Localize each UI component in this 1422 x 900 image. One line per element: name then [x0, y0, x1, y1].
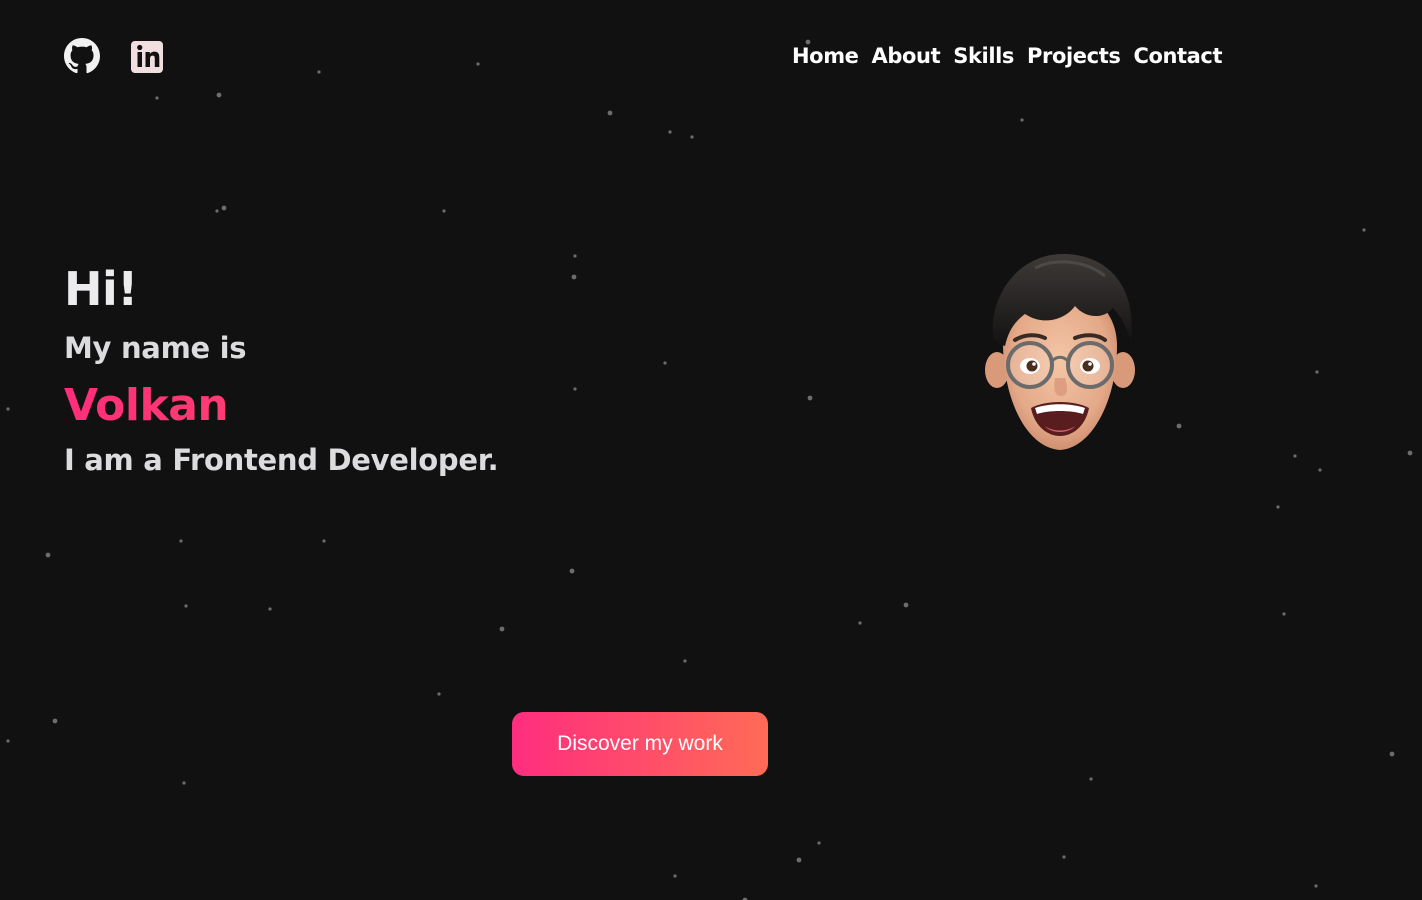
star-dot: [317, 70, 321, 74]
hero-role: I am a Frontend Developer.: [64, 443, 499, 477]
star-dot: [476, 62, 480, 66]
star-dot: [182, 781, 186, 785]
star-dot: [499, 626, 505, 632]
github-link[interactable]: [64, 38, 100, 74]
star-dot: [6, 739, 10, 743]
nav-home[interactable]: Home: [792, 44, 859, 68]
star-dot: [1318, 468, 1322, 472]
star-dot: [673, 874, 677, 878]
star-dot: [215, 209, 219, 213]
star-dot: [322, 539, 326, 543]
hero-section: Hi! My name is Volkan I am a Frontend De…: [64, 262, 499, 478]
star-dot: [1062, 855, 1066, 859]
star-dot: [1362, 228, 1366, 232]
avatar-face-icon: [985, 254, 1135, 450]
star-dot: [184, 604, 188, 608]
star-dot: [1407, 450, 1413, 456]
star-dot: [796, 857, 802, 863]
star-dot: [817, 841, 821, 845]
linkedin-icon: [131, 41, 163, 73]
star-dot: [1315, 370, 1319, 374]
hero-greeting: Hi!: [64, 262, 138, 316]
star-dot: [1389, 751, 1395, 757]
star-dot: [179, 539, 183, 543]
star-dot: [690, 135, 694, 139]
portfolio-page: Home About Skills Projects Contact Hi! M…: [0, 0, 1422, 900]
star-dot: [52, 718, 58, 724]
star-dot: [1020, 118, 1024, 122]
star-dot: [663, 361, 667, 365]
nav-about[interactable]: About: [872, 44, 941, 68]
hero-name: Volkan: [64, 380, 498, 432]
star-dot: [45, 552, 51, 558]
star-dot: [1176, 423, 1182, 429]
star-dot: [442, 209, 446, 213]
star-dot: [6, 407, 10, 411]
memoji-avatar: [975, 248, 1145, 458]
star-dot: [903, 602, 909, 608]
star-dot: [807, 395, 813, 401]
star-dot: [1276, 505, 1280, 509]
hero-intro: My name is: [64, 331, 247, 365]
star-dot: [437, 692, 441, 696]
star-dot: [221, 205, 227, 211]
nav-projects[interactable]: Projects: [1027, 44, 1121, 68]
star-dot: [571, 274, 577, 280]
star-dot: [858, 621, 862, 625]
star-dot: [1314, 884, 1318, 888]
github-icon: [64, 38, 100, 74]
nav-skills[interactable]: Skills: [953, 44, 1014, 68]
star-dot: [573, 254, 577, 258]
star-dot: [268, 607, 272, 611]
discover-work-button[interactable]: Discover my work: [512, 712, 768, 776]
star-dot: [155, 96, 159, 100]
main-nav: Home About Skills Projects Contact: [792, 44, 1223, 68]
star-dot: [569, 568, 575, 574]
star-dot: [1282, 612, 1286, 616]
star-dot: [1293, 454, 1297, 458]
star-dot: [607, 110, 613, 116]
nav-contact[interactable]: Contact: [1133, 44, 1222, 68]
social-links: [64, 38, 166, 74]
star-dot: [216, 92, 222, 98]
linkedin-link[interactable]: [130, 38, 166, 74]
star-dot: [573, 387, 577, 391]
star-dot: [683, 659, 687, 663]
star-dot: [1089, 777, 1093, 781]
star-dot: [668, 130, 672, 134]
